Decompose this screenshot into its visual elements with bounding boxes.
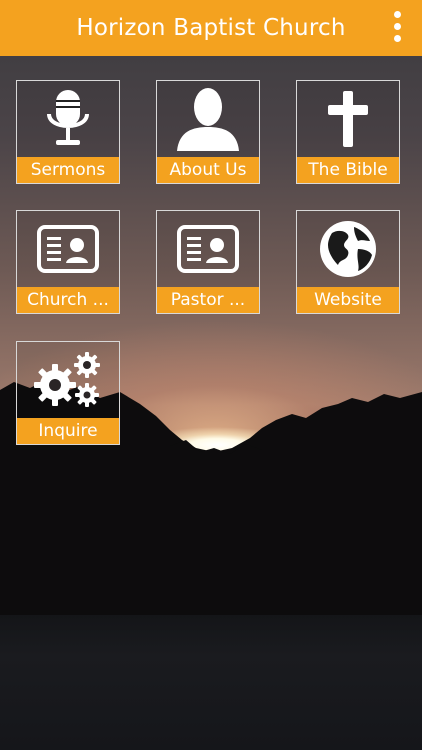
tile-inquire[interactable]: Inquire (16, 341, 120, 445)
cross-icon (297, 81, 399, 157)
tile-label: Church ... (17, 287, 119, 313)
tile-church[interactable]: Church ... (16, 210, 120, 314)
tile-label: The Bible (297, 157, 399, 183)
tile-sermons[interactable]: Sermons (16, 80, 120, 184)
water-reflection (0, 615, 422, 750)
person-silhouette-icon (157, 81, 259, 157)
contact-card-icon (17, 211, 119, 287)
tile-about-us[interactable]: About Us (156, 80, 260, 184)
tile-label: Inquire (17, 418, 119, 444)
gears-icon (17, 342, 119, 418)
tile-label: Pastor ... (157, 287, 259, 313)
tile-pastor[interactable]: Pastor ... (156, 210, 260, 314)
globe-icon (297, 211, 399, 287)
contact-card-icon (157, 211, 259, 287)
app-title: Horizon Baptist Church (76, 15, 346, 41)
microphone-icon (17, 81, 119, 157)
tile-label: Website (297, 287, 399, 313)
tile-the-bible[interactable]: The Bible (296, 80, 400, 184)
tile-label: Sermons (17, 157, 119, 183)
tile-website[interactable]: Website (296, 210, 400, 314)
app-bar: Horizon Baptist Church (0, 0, 422, 56)
tile-label: About Us (157, 157, 259, 183)
overflow-menu-icon[interactable] (386, 8, 410, 46)
